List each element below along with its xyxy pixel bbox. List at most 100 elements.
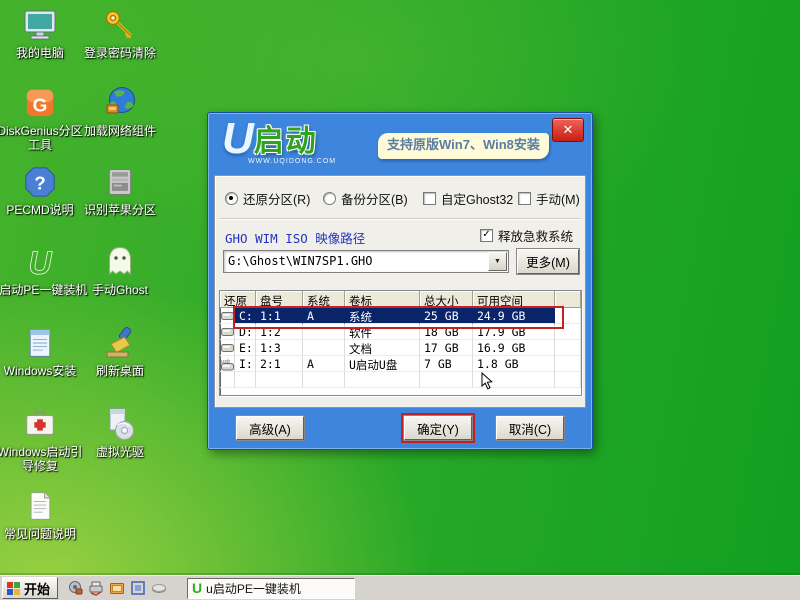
uqidong-logo: U 启动 WWW.UQIDONG.COM — [222, 114, 372, 166]
table-row-c-label[interactable]: 系统 — [345, 308, 420, 324]
table-row-c-pos[interactable]: 1:1 — [256, 308, 303, 324]
table-row-i-pos[interactable]: 2:1 — [256, 356, 303, 372]
support-badge: 支持原版Win7、Win8安装 — [378, 133, 549, 159]
table-row-e-pos[interactable]: 1:3 — [256, 340, 303, 356]
empty-cell — [555, 372, 581, 388]
apple-partition-device-icon — [101, 163, 139, 201]
quicklaunch-display-icon[interactable] — [129, 580, 146, 597]
checkbox-checked-icon: ✓ — [479, 229, 493, 242]
desktop-icon-label: 加载网络组件 — [83, 124, 156, 138]
desktop-icon-label: 手动Ghost — [91, 283, 149, 297]
table-row-d-total[interactable]: 18 GB — [420, 324, 473, 340]
start-button[interactable]: 开始 — [2, 577, 59, 599]
table-row-d-label[interactable]: 软件 — [345, 324, 420, 340]
my-computer-icon — [21, 6, 59, 44]
table-row-c-total[interactable]: 25 GB — [420, 308, 473, 324]
checkbox-custom-label: 自定Ghost32 — [441, 193, 514, 207]
desktop-background: 我的电脑 G DiskGenius分区工具 ? PECMD说明 U u启动PE一… — [0, 0, 800, 600]
table-row-c-blank[interactable] — [555, 308, 581, 324]
windows-install-icon — [21, 324, 59, 362]
ok-button[interactable]: 确定(Y) — [403, 415, 473, 441]
empty-cell — [420, 372, 473, 388]
quicklaunch-printer-icon[interactable] — [87, 580, 104, 597]
empty-cell — [303, 372, 345, 388]
ghost-icon — [101, 243, 139, 281]
faq-document-icon — [21, 487, 59, 525]
checkbox-unchecked-icon — [518, 192, 531, 205]
table-row-i-blank[interactable] — [555, 356, 581, 372]
desktop-icon-apple-partition[interactable]: 识别苹果分区 — [72, 163, 168, 217]
virtual-cdrom-icon — [101, 405, 139, 443]
desktop-icon-virtual-cdrom[interactable]: 虚拟光驱 — [72, 405, 168, 459]
cancel-button[interactable]: 取消(C) — [495, 415, 565, 441]
checkbox-manual[interactable]: 手动(M) — [518, 189, 580, 208]
checkbox-unchecked-icon — [423, 192, 436, 205]
column-header-label[interactable]: 卷标 — [345, 291, 420, 308]
desktop-icon-manual-ghost[interactable]: 手动Ghost — [72, 243, 168, 297]
desktop-icon-password-clear[interactable]: 登录密码清除 — [72, 6, 168, 60]
radio-backup-partition[interactable]: 备份分区(B) — [323, 189, 408, 208]
start-menu-icon — [7, 581, 20, 595]
empty-cell — [235, 372, 256, 388]
checkbox-rescue-system[interactable]: ✓ 释放急救系统 — [479, 226, 573, 245]
table-row-e-active[interactable] — [303, 340, 345, 356]
drive-icon — [220, 324, 235, 340]
table-row-e-free[interactable]: 16.9 GB — [473, 340, 555, 356]
quicklaunch-drive-icon[interactable] — [150, 580, 167, 597]
uqidong-u-icon: U — [192, 579, 203, 596]
more-button[interactable]: 更多(M) — [516, 248, 580, 275]
desktop-icon-refresh-desktop[interactable]: 刷新桌面 — [72, 324, 168, 378]
desktop-icon-label: 刷新桌面 — [95, 364, 144, 378]
table-row-e-label[interactable]: 文档 — [345, 340, 420, 356]
table-row-c-drive[interactable]: C: — [235, 308, 256, 324]
table-row-i-active[interactable]: A — [303, 356, 345, 372]
table-row-c-free[interactable]: 24.9 GB — [473, 308, 555, 324]
empty-cell — [220, 372, 235, 388]
table-row-i-free[interactable]: 1.8 GB — [473, 356, 555, 372]
table-row-d-free[interactable]: 17.9 GB — [473, 324, 555, 340]
close-button[interactable]: ✕ — [552, 118, 584, 142]
network-globe-icon — [101, 84, 139, 122]
table-row-d-active[interactable] — [303, 324, 345, 340]
table-row-d-pos[interactable]: 1:2 — [256, 324, 303, 340]
checkbox-custom-ghost32[interactable]: 自定Ghost32 — [423, 189, 513, 208]
column-header-total[interactable]: 总大小 — [420, 291, 473, 308]
quicklaunch-system-icon[interactable] — [66, 580, 83, 597]
taskbar: 开始 U u启动PE一键装机 — [0, 575, 800, 600]
table-row-i-label[interactable]: U启动U盘 — [345, 356, 420, 372]
image-path-value: G:\Ghost\WIN7SP1.GHO — [228, 254, 373, 268]
table-row-c-active[interactable]: A — [303, 308, 345, 324]
radio-unselected-icon — [323, 192, 336, 205]
svg-text:?: ? — [34, 174, 46, 195]
table-row-i-total[interactable]: 7 GB — [420, 356, 473, 372]
table-row-e-blank[interactable] — [555, 340, 581, 356]
dialog-main-panel: 还原分区(R) 备份分区(B) 自定Ghost32 手动(M) GHO WIM … — [214, 175, 586, 408]
column-header-blank[interactable] — [555, 291, 581, 308]
logo-brand-text: 启动 — [253, 125, 318, 158]
table-row-e-drive[interactable]: E: — [235, 340, 256, 356]
table-row-i-drive[interactable]: I: — [235, 356, 256, 372]
radio-restore-partition[interactable]: 还原分区(R) — [225, 189, 310, 208]
drive-icon — [220, 340, 235, 356]
diskgenius-icon: G — [21, 84, 59, 122]
empty-cell — [473, 372, 555, 388]
desktop-icon-faq[interactable]: 常见问题说明 — [0, 487, 88, 541]
table-row-d-blank[interactable] — [555, 324, 581, 340]
uqidong-restore-dialog: U 启动 WWW.UQIDONG.COM 支持原版Win7、Win8安装 ✕ 还… — [207, 112, 593, 450]
column-header-disk-no[interactable]: 盘号 — [256, 291, 303, 308]
image-path-combobox[interactable]: G:\Ghost\WIN7SP1.GHO ▼ — [223, 250, 509, 273]
table-row-e-total[interactable]: 17 GB — [420, 340, 473, 356]
combobox-dropdown-button[interactable]: ▼ — [488, 252, 507, 271]
advanced-button[interactable]: 高级(A) — [235, 415, 305, 441]
quicklaunch-folder-icon[interactable] — [108, 580, 125, 597]
column-header-restore[interactable]: 还原 — [220, 291, 256, 308]
column-header-system[interactable]: 系统 — [303, 291, 345, 308]
partition-table: 还原 盘号 系统 卷标 总大小 可用空间 C: 1:1 A 系统 25 GB 2… — [219, 290, 582, 396]
task-button-upe-installer[interactable]: U u启动PE一键装机 — [187, 577, 356, 599]
image-path-label: GHO WIM ISO 映像路径 — [225, 231, 366, 246]
quick-launch-area — [66, 580, 167, 597]
logo-u-glyph: U — [222, 114, 254, 163]
table-row-d-drive[interactable]: D: — [235, 324, 256, 340]
column-header-free[interactable]: 可用空间 — [473, 291, 555, 308]
desktop-icon-network-components[interactable]: 加载网络组件 — [72, 84, 168, 138]
